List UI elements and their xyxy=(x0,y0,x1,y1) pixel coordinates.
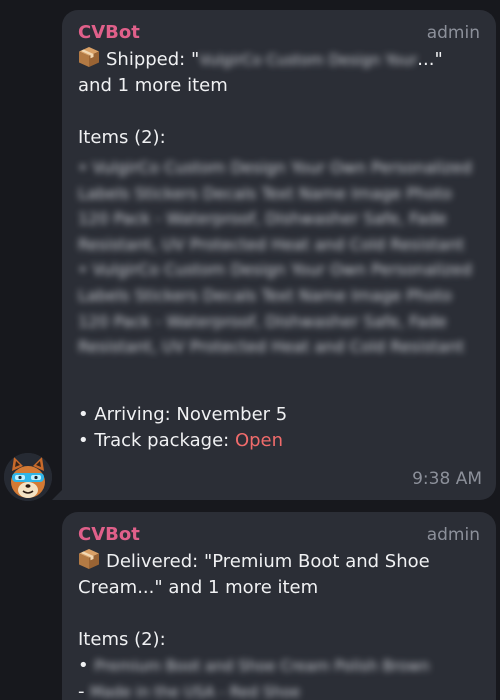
package-icon xyxy=(78,548,100,570)
items-heading: Items (2): xyxy=(78,127,166,148)
message-header: CVBot admin xyxy=(78,20,480,44)
item-blurred-text: Premium Boot and Shoe Cream Polish Brown xyxy=(94,657,430,675)
message-bubble-delivered: CVBot admin Delivered: "Premium Boot and… xyxy=(62,512,496,700)
message-title: Delivered: "Premium Boot and Shoe xyxy=(78,548,480,575)
delivered-item-2: - Made in the USA - Red Shoe xyxy=(78,679,480,700)
item-blurred-text: Made in the USA - Red Shoe xyxy=(90,683,301,700)
track-open-link[interactable]: Open xyxy=(235,430,283,451)
sender-name[interactable]: CVBot xyxy=(78,522,140,548)
delivered-item-1: • Premium Boot and Shoe Cream Polish Bro… xyxy=(78,653,480,679)
item-bullet: - xyxy=(78,681,85,700)
blurred-item-2: • VulgirCo Custom Design Your Own Person… xyxy=(78,260,472,357)
title-line-1: Delivered: "Premium Boot and Shoe xyxy=(106,551,430,572)
arriving-line: • Arriving: November 5 xyxy=(78,403,288,425)
track-package-line: • Track package: Open xyxy=(78,428,480,454)
blurred-item-1: • VulgirCo Custom Design Your Own Person… xyxy=(78,158,472,254)
title-line-2: Cream..." and 1 more item xyxy=(78,577,319,598)
title-prefix: Shipped: " xyxy=(106,49,200,70)
message-title: Shipped: "VulgirCo Custom Design Your...… xyxy=(78,46,480,73)
message-bubble-shipped: CVBot admin Shipped: "VulgirCo Custom De… xyxy=(62,10,496,500)
fox-avatar-icon[interactable] xyxy=(4,453,52,501)
message-header: CVBot admin xyxy=(78,522,480,546)
bubble-tail xyxy=(52,486,66,500)
sender-role: admin xyxy=(426,23,480,43)
chat-view: CVBot admin Shipped: "VulgirCo Custom De… xyxy=(0,0,500,700)
title-line-2: and 1 more item xyxy=(78,75,228,96)
package-icon xyxy=(78,46,100,68)
title-suffix: ..." xyxy=(417,49,443,70)
message-timestamp: 9:38 AM xyxy=(412,469,482,489)
title-blurred-text: VulgirCo Custom Design Your xyxy=(199,51,418,69)
sender-name[interactable]: CVBot xyxy=(78,20,140,46)
sender-role: admin xyxy=(426,525,480,545)
track-label: • Track package: xyxy=(78,429,235,451)
item-bullet: • xyxy=(78,655,89,676)
items-heading: Items (2): xyxy=(78,629,166,650)
